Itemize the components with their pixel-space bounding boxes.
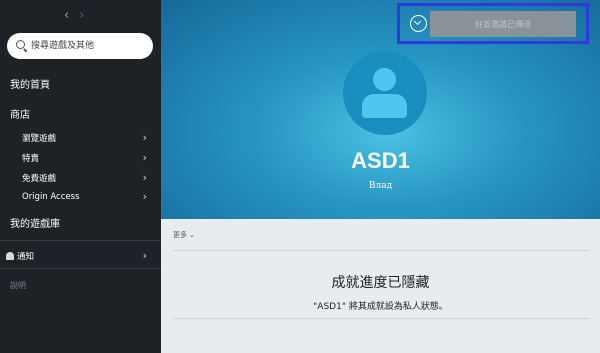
avatar-body-shape: [362, 94, 407, 118]
chevron-right-icon: ›: [142, 171, 147, 184]
store-item-label: 瀏覽遊戲: [22, 134, 57, 144]
chevron-down-icon: ⌄: [189, 231, 195, 239]
sidebar-divider: [0, 268, 161, 269]
avatar-head-shape: [373, 68, 396, 91]
chevron-right-icon: ›: [142, 249, 147, 262]
chevron-right-icon: ›: [142, 151, 147, 164]
more-dropdown[interactable]: 更多 ⌄: [173, 230, 195, 240]
sidebar-divider: [0, 240, 161, 241]
chevron-down-circle-icon[interactable]: [410, 15, 427, 32]
avatar: [343, 51, 427, 135]
store-item-browse[interactable]: 瀏覽遊戲 ›: [22, 132, 147, 144]
achievements-hidden-description: "ASD1" 將其成就設為私人狀態。: [313, 302, 448, 312]
more-label: 更多: [173, 231, 187, 239]
profile-username: ASD1: [351, 148, 410, 173]
notifications-label-wrap: 通知: [6, 250, 34, 262]
sidebar: ‹ › 我的首頁 商店 瀏覽遊戲 › 特賣 › 免費遊戲 › Origin Ac…: [0, 0, 161, 353]
notifications-label: 通知: [17, 252, 35, 262]
content-divider: [173, 318, 590, 319]
nav-notifications[interactable]: 通知 ›: [6, 250, 147, 262]
profile-real-name: Влад: [368, 181, 393, 191]
store-item-label: 免費遊戲: [22, 174, 57, 184]
back-arrow-icon[interactable]: ‹: [64, 9, 69, 22]
store-item-origin-access[interactable]: Origin Access ›: [22, 190, 147, 203]
profile-header: 好友邀請已傳送 ASD1 Влад: [161, 0, 600, 219]
search-icon: [16, 40, 25, 49]
nav-help[interactable]: 說明: [10, 280, 26, 291]
store-item-label: Origin Access: [22, 192, 80, 202]
achievements-hidden-title: 成就進度已隱藏: [331, 275, 430, 291]
nav-store[interactable]: 商店: [10, 106, 30, 121]
search-input[interactable]: [31, 37, 149, 55]
store-item-deals[interactable]: 特賣 ›: [22, 152, 147, 164]
content-divider: [173, 250, 590, 251]
friend-request-sent-button[interactable]: 好友邀請已傳送: [430, 11, 576, 37]
nav-home[interactable]: 我的首頁: [10, 76, 50, 91]
bell-icon: [6, 252, 14, 260]
forward-arrow-icon[interactable]: ›: [79, 9, 84, 22]
search-box[interactable]: [7, 33, 153, 59]
nav-library[interactable]: 我的遊戲庫: [10, 215, 60, 230]
history-navigation: ‹ ›: [64, 9, 84, 22]
invite-area-highlight: 好友邀請已傳送: [397, 3, 589, 44]
store-item-free-games[interactable]: 免費遊戲 ›: [22, 172, 147, 184]
main-content: 好友邀請已傳送 ASD1 Влад 更多 ⌄ 成就進度已隱藏 "ASD1" 將其成…: [161, 0, 600, 353]
store-item-label: 特賣: [22, 154, 40, 164]
chevron-right-icon: ›: [142, 131, 147, 144]
chevron-right-icon: ›: [142, 190, 147, 203]
